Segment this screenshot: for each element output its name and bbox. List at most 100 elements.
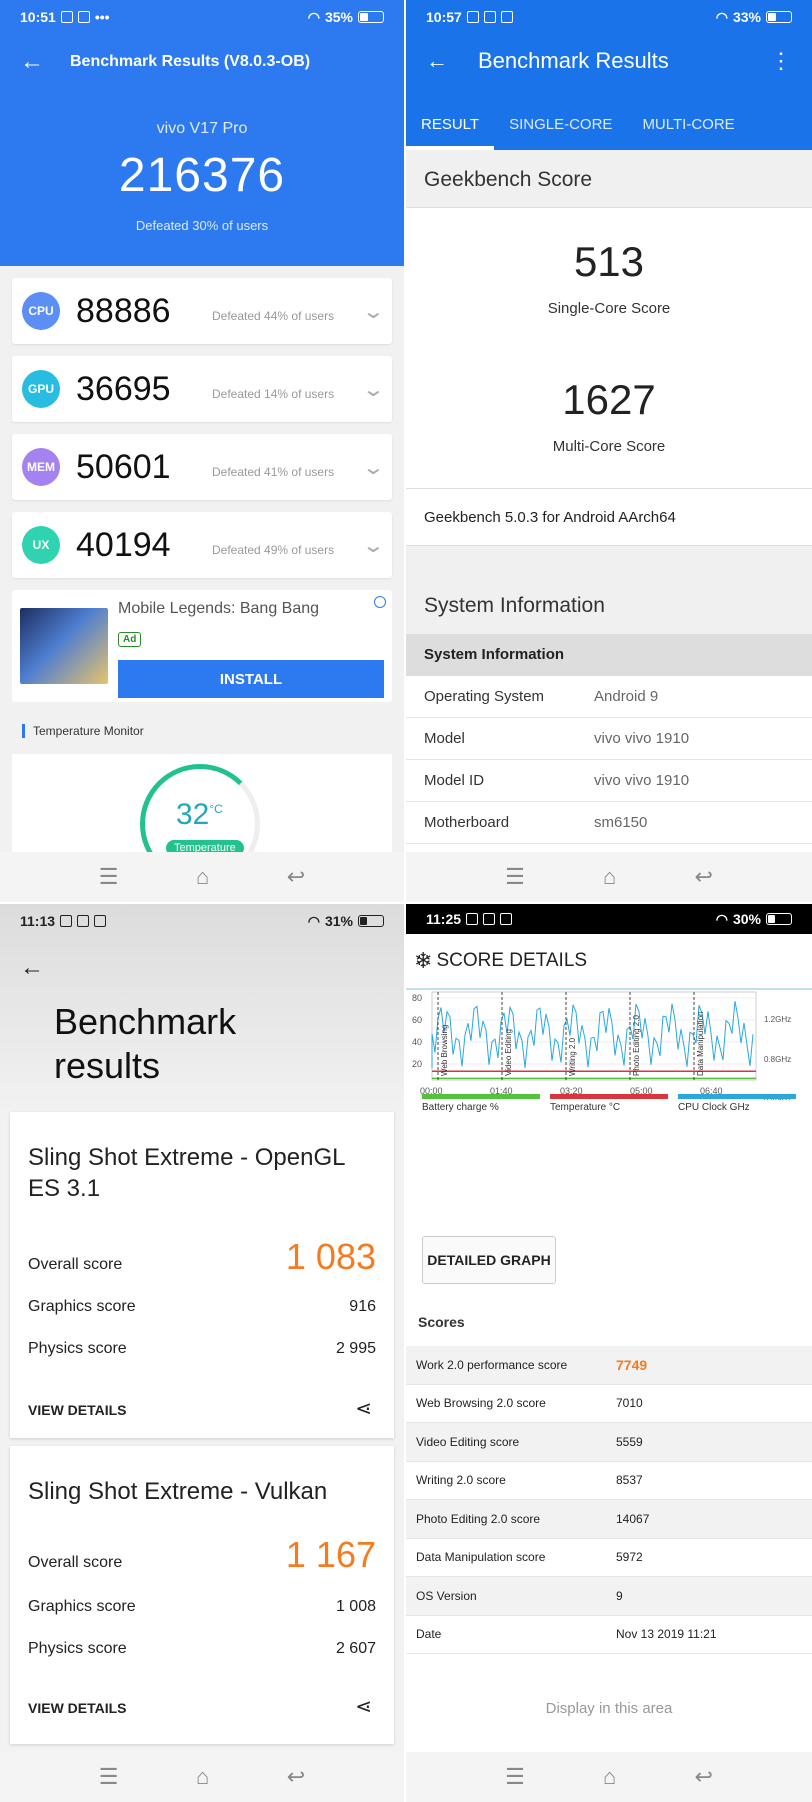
view-details-button[interactable]: VIEW DETAILS <box>28 1402 127 1418</box>
snowflake-icon[interactable]: ❄ <box>414 948 432 974</box>
test-name: Sling Shot Extreme - Vulkan <box>28 1478 328 1505</box>
gpu-score-card[interactable]: GPU 36695 Defeated 14% of users ⌄ <box>12 356 392 422</box>
battery-percent: 31% <box>324 913 353 929</box>
table-row: Video Editing score 5559 <box>406 1423 812 1462</box>
chevron-down-icon[interactable]: ⌄ <box>362 299 385 324</box>
chevron-down-icon[interactable]: ⌄ <box>362 377 385 402</box>
table-row: Web Browsing 2.0 score 7010 <box>406 1385 812 1423</box>
nav-bar: ☰ ⌂ ↩ <box>0 1752 404 1802</box>
more-vert-icon[interactable]: ⋮ <box>770 48 792 74</box>
cpu-score-card[interactable]: CPU 88886 Defeated 44% of users ⌄ <box>12 278 392 344</box>
info-row: Operating System Android 9 <box>406 676 812 718</box>
score-value: 7749 <box>616 1356 648 1373</box>
battery-icon <box>766 913 792 925</box>
share-icon[interactable]: ⋖ <box>355 1396 372 1421</box>
wifi-icon: ◠ <box>307 912 320 929</box>
back-icon[interactable]: ↩ <box>287 1764 305 1790</box>
nav-bar: ☰ ⌂ ↩ <box>0 852 404 902</box>
page-title: SCORE DETAILS <box>436 950 588 971</box>
table-row: Date Nov 13 2019 11:21 <box>406 1616 812 1654</box>
back-icon[interactable]: ↩ <box>694 864 712 890</box>
status-time: 10:57 <box>426 9 462 25</box>
score-value: 5972 <box>616 1550 643 1565</box>
gpu-badge: GPU <box>22 370 60 408</box>
score-key: Video Editing score <box>416 1434 520 1449</box>
menu-icon[interactable]: ☰ <box>505 864 525 890</box>
score-value: 5559 <box>616 1434 643 1449</box>
chevron-down-icon[interactable]: ⌄ <box>362 533 385 558</box>
table-row: Photo Editing 2.0 score 14067 <box>406 1500 812 1539</box>
table-row: Data Manipulation score 5972 <box>406 1539 812 1577</box>
battery-percent: 33% <box>732 9 761 25</box>
info-value: vivo vivo 1910 <box>594 772 690 789</box>
menu-icon[interactable]: ☰ <box>99 1764 119 1790</box>
install-button[interactable]: INSTALL <box>118 660 384 698</box>
test-marker-label: Web Browsing <box>440 1025 449 1076</box>
graphics-score: 1 008 <box>335 1598 376 1615</box>
info-key: Motherboard <box>424 814 510 831</box>
chevron-down-icon[interactable]: ⌄ <box>362 455 385 480</box>
back-arrow-icon[interactable]: ← <box>20 954 44 982</box>
physics-label: Physics score <box>28 1340 127 1357</box>
status-bar: 11:13 ◠ 31% <box>0 904 404 938</box>
temperature-card[interactable]: 32°C Temperature <box>12 754 392 884</box>
ad-tag: Ad <box>118 632 142 647</box>
tab-single-core[interactable]: SINGLE-CORE <box>494 106 627 150</box>
menu-icon[interactable]: ☰ <box>505 1764 525 1790</box>
score-key: Writing 2.0 score <box>416 1473 506 1488</box>
mail-icon <box>500 913 513 925</box>
single-core-score: 513 <box>573 238 645 285</box>
antutu-screen: 10:51 ••• ◠ 35% ← Benchmark Results (V8.… <box>0 0 404 902</box>
y-tick-label: 80 <box>412 993 422 1003</box>
back-arrow-icon[interactable]: ← <box>426 48 448 74</box>
wifi-icon: ◠ <box>307 8 320 25</box>
home-icon[interactable]: ⌂ <box>603 864 616 890</box>
physics-score: 2 607 <box>335 1640 376 1657</box>
wifi-icon: ◠ <box>715 8 728 25</box>
back-arrow-icon[interactable]: ← <box>20 48 44 76</box>
home-icon[interactable]: ⌂ <box>603 1764 616 1790</box>
back-icon[interactable]: ↩ <box>287 864 305 890</box>
status-bar: 10:57 ◠ 33% <box>406 0 812 34</box>
info-row: Model ID vivo vivo 1910 <box>406 760 812 802</box>
score-key: Photo Editing 2.0 score <box>416 1511 541 1526</box>
cpu-badge: CPU <box>22 292 60 330</box>
y-tick-label: 60 <box>412 1015 422 1025</box>
detailed-graph-button[interactable]: DETAILED GRAPH <box>422 1236 556 1284</box>
gallery-icon <box>466 11 479 23</box>
pcmark-screen: 11:25 ◠ 30% ❄ SCORE DETAILS 80 60 40 20 00:0… <box>406 904 812 1802</box>
gallery-icon <box>60 915 73 927</box>
tab-multi-core[interactable]: MULTI-CORE <box>627 106 749 150</box>
game-thumbnail[interactable] <box>20 608 108 684</box>
home-icon[interactable]: ⌂ <box>196 1764 209 1790</box>
tab-result[interactable]: RESULT <box>406 106 495 150</box>
battery-icon <box>358 915 384 927</box>
score-key: OS Version <box>416 1588 477 1603</box>
wifi-icon: ◠ <box>715 910 728 927</box>
geekbench-header: 10:57 ◠ 33% ← Benchmark Results ⋮ RESULT… <box>406 0 812 150</box>
multi-core-score: 1627 <box>562 376 656 423</box>
view-details-button[interactable]: VIEW DETAILS <box>28 1700 127 1716</box>
share-icon[interactable]: ⋖ <box>355 1694 372 1719</box>
opengl-result-card: Sling Shot Extreme - OpenGL ES 3.1 Overa… <box>10 1112 394 1438</box>
menu-icon[interactable]: ☰ <box>99 864 119 890</box>
battery-percent: 30% <box>732 911 761 927</box>
mail-icon <box>94 915 107 927</box>
table-row: Work 2.0 performance score 7749 <box>406 1346 812 1385</box>
temperature-unit: °C <box>209 802 223 816</box>
mem-score: 50601 <box>76 447 171 486</box>
ux-score-card[interactable]: UX 40194 Defeated 49% of users ⌄ <box>12 512 392 578</box>
status-time: 10:51 <box>20 9 56 25</box>
ad-card[interactable]: Mobile Legends: Bang Bang Ad INSTALL <box>12 590 392 702</box>
graphics-label: Graphics score <box>28 1598 136 1615</box>
device-name: vivo V17 Pro <box>156 120 248 137</box>
home-icon[interactable]: ⌂ <box>196 864 209 890</box>
info-icon[interactable] <box>374 596 386 608</box>
mem-score-card[interactable]: MEM 50601 Defeated 41% of users ⌄ <box>12 434 392 500</box>
score-value: Nov 13 2019 11:21 <box>616 1627 717 1642</box>
system-information-header: System Information <box>406 634 812 676</box>
cpu-defeated: Defeated 44% of users <box>212 309 335 323</box>
mem-defeated: Defeated 41% of users <box>212 465 335 479</box>
back-icon[interactable]: ↩ <box>694 1764 712 1790</box>
battery-icon <box>766 11 792 23</box>
